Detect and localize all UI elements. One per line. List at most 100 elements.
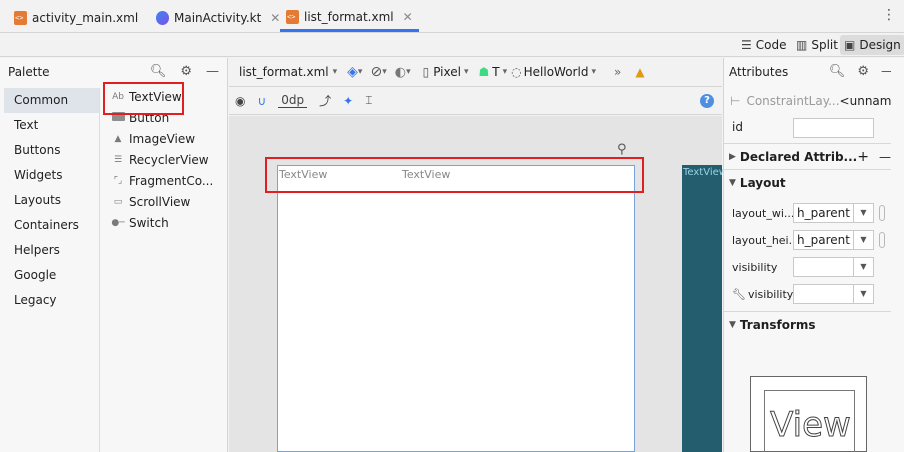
- palette-item-scrollview[interactable]: ▭ ScrollView: [102, 191, 226, 212]
- chevron-down-icon: ▼: [853, 285, 873, 303]
- search-icon[interactable]: 🔍︎: [829, 64, 846, 79]
- resource-picker[interactable]: [879, 205, 885, 221]
- item-label: Switch: [129, 215, 169, 230]
- category-buttons[interactable]: Buttons: [4, 138, 99, 163]
- design-toolbar-secondary: ◉ ∪ 0dp ⤴ ✦ ⌶ ?: [229, 87, 722, 115]
- split-view-button[interactable]: ▥ Split: [792, 35, 842, 55]
- guidelines-icon[interactable]: ⌶: [365, 93, 372, 108]
- category-text[interactable]: Text: [4, 113, 99, 138]
- layout-title: Layout: [739, 175, 786, 190]
- lines-icon: ☰: [741, 38, 752, 52]
- minimize-icon[interactable]: —: [206, 64, 219, 79]
- magic-wand-icon[interactable]: ✦: [343, 94, 353, 108]
- chevron-down-icon: ▼: [853, 231, 873, 249]
- android-icon: ☗: [478, 65, 490, 79]
- highlight-textview-item: [103, 82, 184, 115]
- code-label: Code: [755, 38, 787, 52]
- resource-picker[interactable]: [879, 232, 885, 248]
- search-icon[interactable]: 🔍︎: [150, 64, 167, 79]
- layout-height-label: layout_hei...: [732, 233, 800, 247]
- constraint-layout-icon: ⊢: [730, 94, 741, 108]
- palette-item-fragment[interactable]: ⌜⌟ FragmentCo...: [102, 170, 226, 191]
- category-common[interactable]: Common: [4, 88, 99, 113]
- api-selector[interactable]: T: [492, 65, 499, 79]
- tab-main-activity-kt[interactable]: MainActivity.kt ✕: [150, 4, 286, 32]
- device-icon: ▯: [422, 65, 430, 79]
- editor-tab-bar: activity_main.xml MainActivity.kt ✕ list…: [0, 0, 904, 33]
- category-google[interactable]: Google: [4, 263, 99, 288]
- default-margin-field[interactable]: 0dp: [278, 93, 308, 108]
- resize-handle-icon[interactable]: ⚲: [617, 142, 627, 157]
- gear-icon[interactable]: ⚙: [180, 64, 192, 79]
- layout-section[interactable]: ▼ Layout: [724, 169, 891, 195]
- gear-icon[interactable]: ⚙: [857, 64, 869, 79]
- blueprint-label: TextView: [683, 167, 727, 178]
- tools-visibility-select[interactable]: ▼: [793, 284, 874, 304]
- design-label: Design: [859, 38, 901, 52]
- declared-attributes-section[interactable]: ▶ Declared Attrib... + —: [724, 143, 891, 169]
- category-legacy[interactable]: Legacy: [4, 288, 99, 313]
- palette-item-imageview[interactable]: ▲ ImageView: [102, 128, 226, 149]
- transform-preview: View: [750, 376, 867, 452]
- layers-icon[interactable]: ◈: [347, 64, 358, 80]
- close-icon[interactable]: ✕: [403, 10, 413, 24]
- layout-width-label: layout_wi...: [732, 206, 795, 220]
- category-containers[interactable]: Containers: [4, 213, 99, 238]
- tab-activity-main-xml[interactable]: activity_main.xml: [8, 4, 144, 32]
- category-layouts[interactable]: Layouts: [4, 188, 99, 213]
- layout-width-select[interactable]: h_parent ▼: [793, 203, 874, 223]
- visibility-select[interactable]: ▼: [793, 257, 874, 277]
- device-selector[interactable]: Pixel: [433, 65, 461, 79]
- transform-preview-frame: View: [764, 390, 855, 452]
- list-icon: ☰: [113, 154, 123, 165]
- design-view-button[interactable]: ▣ Design: [840, 35, 904, 55]
- xml-file-icon: [14, 11, 27, 25]
- theme-icon: ◌: [511, 65, 522, 79]
- kotlin-file-icon: [156, 11, 169, 25]
- chevron-down-icon: ▾: [463, 67, 469, 77]
- chevron-down-icon: ▼: [729, 177, 736, 188]
- wrench-icon: 🔧︎: [732, 287, 746, 301]
- category-helpers[interactable]: Helpers: [4, 238, 99, 263]
- image-icon: ▣: [844, 38, 856, 52]
- chevron-down-icon: ▼: [853, 258, 873, 276]
- chevron-down-icon: ▼: [853, 204, 873, 222]
- image-icon: ▲: [114, 133, 122, 144]
- night-mode-icon[interactable]: ◐: [395, 65, 406, 80]
- transforms-section[interactable]: ▼ Transforms: [724, 311, 891, 337]
- split-label: Split: [811, 38, 838, 52]
- orientation-icon[interactable]: ⊘: [370, 64, 382, 80]
- layout-height-select[interactable]: h_parent ▼: [793, 230, 874, 250]
- design-toolbar: list_format.xml ▾ ◈ ▾ ⊘ ▾ ◐ ▾ ▯ Pixel ▾ …: [229, 58, 722, 87]
- overflow-chevron-icon[interactable]: »: [614, 65, 621, 79]
- attributes-scrollbar[interactable]: [891, 58, 904, 452]
- chevron-down-icon: ▼: [729, 319, 736, 330]
- layout-height-value: h_parent: [797, 233, 850, 247]
- blueprint-preview[interactable]: TextView: [682, 165, 727, 452]
- tab-list-format-xml[interactable]: list_format.xml ✕: [280, 4, 419, 32]
- remove-icon[interactable]: —: [879, 150, 891, 164]
- eye-icon[interactable]: ◉: [235, 94, 245, 108]
- xml-file-icon: [286, 9, 299, 24]
- more-options-icon[interactable]: ⋮: [882, 8, 896, 22]
- palette-item-switch[interactable]: ●─ Switch: [102, 212, 226, 233]
- chevron-down-icon: ▾: [357, 67, 363, 77]
- code-view-button[interactable]: ☰ Code: [737, 35, 791, 55]
- chevron-down-icon: ▾: [332, 67, 338, 77]
- warning-icon[interactable]: ▲: [635, 65, 644, 79]
- chevron-down-icon: ▾: [591, 67, 596, 77]
- id-field[interactable]: [793, 118, 874, 138]
- close-icon[interactable]: ✕: [270, 11, 280, 25]
- add-icon[interactable]: +: [857, 149, 869, 165]
- file-selector[interactable]: list_format.xml: [239, 65, 329, 79]
- palette-categories: Common Text Buttons Widgets Layouts Cont…: [4, 88, 100, 452]
- theme-selector[interactable]: HelloWorld: [524, 65, 589, 79]
- help-icon[interactable]: ?: [700, 93, 714, 108]
- magnet-icon[interactable]: ∪: [257, 94, 266, 108]
- palette-item-recyclerview[interactable]: ☰ RecyclerView: [102, 149, 226, 170]
- category-widgets[interactable]: Widgets: [4, 163, 99, 188]
- device-screen[interactable]: [277, 165, 635, 452]
- fragment-icon: ⌜⌟: [113, 175, 123, 186]
- clear-constraints-icon[interactable]: ⤴: [319, 92, 331, 109]
- palette-title: Palette: [8, 65, 50, 79]
